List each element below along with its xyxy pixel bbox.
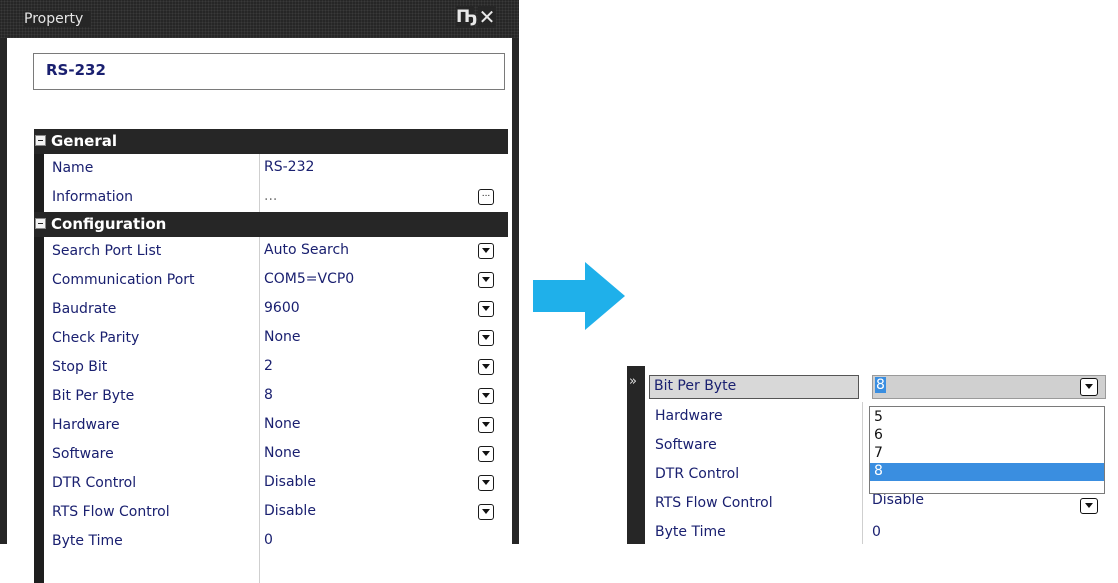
property-name: Byte Time (655, 524, 726, 540)
panel-title-bar: Property Ҧ ✕ (0, 0, 519, 38)
property-grid: General Name RS-232 Information ... ... … (34, 129, 508, 583)
property-name: DTR Control (52, 475, 137, 491)
property-panel: Property Ҧ ✕ RS-232 General Name RS-232 … (0, 0, 519, 583)
dropdown-icon[interactable] (478, 475, 494, 491)
property-value[interactable]: None (264, 445, 301, 461)
category-label: Configuration (51, 215, 167, 233)
property-value[interactable]: 8 (264, 387, 273, 403)
object-selector[interactable]: RS-232 (33, 53, 505, 90)
property-value[interactable]: 0 (264, 532, 273, 548)
pin-icon[interactable]: Ҧ (456, 6, 478, 28)
property-row-baudrate[interactable]: Baudrate 9600 (44, 295, 508, 324)
property-name: Hardware (655, 408, 723, 424)
dropdown-icon[interactable] (478, 359, 494, 375)
property-name: Check Parity (52, 330, 140, 346)
panel-body: RS-232 General Name RS-232 Information .… (7, 38, 512, 583)
selected-property-name[interactable]: Bit Per Byte (649, 375, 859, 399)
property-row-stop-bit[interactable]: Stop Bit 2 (44, 353, 508, 382)
property-row-hardware[interactable]: Hardware None (44, 411, 508, 440)
property-row-bit-per-byte[interactable]: Bit Per Byte 8 (44, 382, 508, 411)
selected-property-label: Bit Per Byte (654, 378, 737, 394)
dropdown-option[interactable]: 6 (870, 427, 1104, 445)
property-name: Software (655, 437, 717, 453)
property-name: Software (52, 446, 114, 462)
collapse-icon[interactable] (35, 218, 46, 229)
property-value[interactable]: None (264, 329, 301, 345)
property-value[interactable]: None (264, 416, 301, 432)
dropdown-list[interactable]: 5 6 7 8 (869, 406, 1105, 494)
dropdown-icon[interactable] (478, 504, 494, 520)
property-row-search-port-list[interactable]: Search Port List Auto Search (44, 237, 508, 266)
selected-property-value[interactable]: 8 (875, 377, 886, 393)
dropdown-icon[interactable] (478, 243, 494, 259)
property-value[interactable]: RS-232 (264, 159, 314, 175)
property-name: DTR Control (655, 466, 740, 482)
dropdown-icon[interactable] (1080, 378, 1098, 396)
dropdown-icon[interactable] (478, 388, 494, 404)
property-value[interactable]: Auto Search (264, 242, 349, 258)
collapse-icon[interactable] (35, 135, 46, 146)
property-value[interactable]: ... (264, 188, 277, 204)
property-value[interactable]: COM5=VCP0 (264, 271, 354, 287)
property-name: Communication Port (52, 272, 195, 288)
panel-title: Property (24, 11, 92, 27)
zoom-gutter: » (627, 366, 645, 544)
property-value[interactable]: 0 (872, 524, 881, 540)
property-name: Name (52, 160, 94, 176)
property-name: Hardware (52, 417, 120, 433)
property-value[interactable]: Disable (264, 474, 316, 490)
property-name: Byte Time (52, 533, 123, 549)
chevron-right-icon: » (629, 374, 637, 389)
property-name: Stop Bit (52, 359, 108, 375)
property-value-partial[interactable]: Disable (872, 492, 924, 508)
property-value[interactable]: 9600 (264, 300, 300, 316)
dropdown-icon[interactable] (1080, 498, 1098, 514)
dropdown-icon[interactable] (478, 417, 494, 433)
property-row-rts-flow-control[interactable]: RTS Flow Control Disable (44, 498, 508, 527)
ellipsis-icon[interactable]: ... (478, 189, 494, 205)
property-row-name[interactable]: Name RS-232 (44, 154, 508, 183)
property-name: RTS Flow Control (655, 495, 773, 511)
property-row-check-parity[interactable]: Check Parity None (44, 324, 508, 353)
property-name: Bit Per Byte (52, 388, 135, 404)
property-row-communication-port[interactable]: Communication Port COM5=VCP0 (44, 266, 508, 295)
property-name: Baudrate (52, 301, 117, 317)
property-row-software[interactable]: Software None (44, 440, 508, 469)
close-icon[interactable]: ✕ (478, 6, 496, 28)
dropdown-option[interactable]: 7 (870, 445, 1104, 463)
property-value[interactable]: Disable (264, 503, 316, 519)
property-row-information[interactable]: Information ... ... (44, 183, 508, 212)
dropdown-icon[interactable] (478, 330, 494, 346)
selected-property-editor[interactable]: 8 (872, 375, 1106, 399)
dropdown-icon[interactable] (478, 301, 494, 317)
property-name: RTS Flow Control (52, 504, 170, 520)
dropdown-option-selected[interactable]: 8 (870, 463, 1104, 481)
dropdown-icon[interactable] (478, 272, 494, 288)
zoomed-dropdown-view: » Bit Per Byte 8 Hardware Software DTR C… (627, 366, 1118, 544)
object-name: RS-232 (46, 61, 106, 79)
property-name: Search Port List (52, 243, 162, 259)
arrow-right-icon (533, 262, 625, 330)
grid-gutter (34, 129, 44, 583)
dropdown-icon[interactable] (478, 446, 494, 462)
dropdown-option[interactable]: 5 (870, 409, 1104, 427)
category-configuration[interactable]: Configuration (34, 212, 508, 237)
property-row-byte-time[interactable]: Byte Time (645, 518, 1118, 547)
category-label: General (51, 132, 117, 150)
property-row-dtr-control[interactable]: DTR Control Disable (44, 469, 508, 498)
category-general[interactable]: General (34, 129, 508, 154)
property-value[interactable]: 2 (264, 358, 273, 374)
property-row-byte-time[interactable]: Byte Time 0 (44, 527, 508, 556)
property-name: Information (52, 189, 134, 205)
